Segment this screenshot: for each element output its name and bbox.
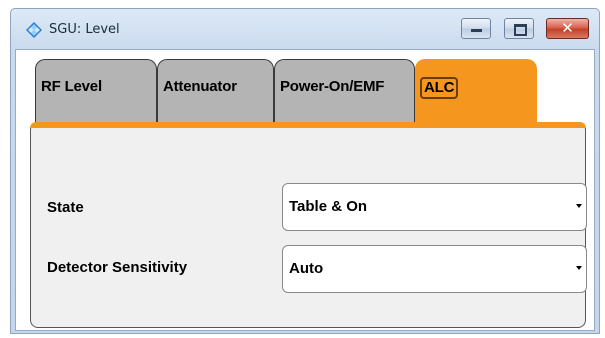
tab-label: Attenuator <box>163 78 237 95</box>
tab-label: ALC <box>420 77 459 99</box>
maximize-button[interactable] <box>504 18 534 39</box>
detector-sensitivity-select[interactable]: Auto <box>282 245 587 293</box>
alc-panel: State Table & On Detector Sensitivity Au… <box>30 122 587 328</box>
minimize-icon <box>471 29 482 32</box>
state-select[interactable]: Table & On <box>282 183 587 231</box>
rs-diamond-icon <box>26 22 42 38</box>
minimize-button[interactable] <box>461 18 491 39</box>
dropdown-arrow-icon[interactable] <box>576 204 582 208</box>
detector-sensitivity-label: Detector Sensitivity <box>47 259 188 276</box>
dropdown-arrow-icon[interactable] <box>576 266 582 270</box>
maximize-icon <box>514 24 527 36</box>
close-icon: ✕ <box>561 19 574 37</box>
tab-label: RF Level <box>41 78 102 95</box>
close-button[interactable]: ✕ <box>546 18 589 39</box>
tab-power-on-emf[interactable]: Power-On/EMF <box>274 59 415 123</box>
detector-sensitivity-value: Auto <box>289 260 324 277</box>
sgu-level-window: SGU: Level ✕ RF Level Attenuator Power-O… <box>10 8 600 334</box>
active-tab-connector <box>30 122 586 128</box>
tab-alc[interactable]: ALC <box>415 59 537 123</box>
dialog-content: RF Level Attenuator Power-On/EMF ALC Sta… <box>15 49 595 331</box>
window-title: SGU: Level <box>49 22 120 37</box>
tab-attenuator[interactable]: Attenuator <box>157 59 274 123</box>
title-bar[interactable]: SGU: Level ✕ <box>11 9 599 49</box>
state-value: Table & On <box>289 198 368 215</box>
tab-rf-level[interactable]: RF Level <box>35 59 157 123</box>
state-label: State <box>47 199 84 216</box>
tab-label: Power-On/EMF <box>280 78 385 95</box>
